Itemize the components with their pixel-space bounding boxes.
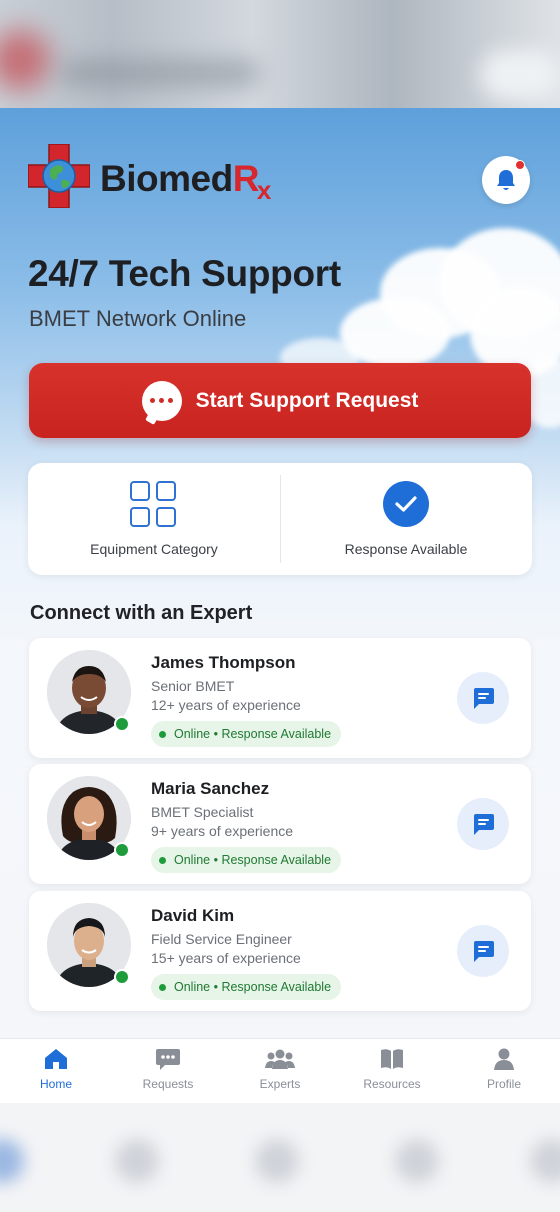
message-icon (474, 688, 494, 709)
tab-requests[interactable]: Requests (112, 1039, 224, 1103)
brand-name-x: x (256, 175, 271, 205)
expert-role: Senior BMET (151, 678, 235, 694)
expert-role: Field Service Engineer (151, 931, 292, 947)
status-badge: Online • Response Available (151, 721, 342, 747)
blurred-background-bottom (0, 1103, 560, 1212)
expert-card-james-thompson[interactable]: James Thompson Senior BMET 12+ years of … (29, 638, 531, 758)
start-support-request-button[interactable]: Start Support Request (29, 363, 531, 438)
person-icon (494, 1048, 514, 1070)
online-indicator-icon (159, 856, 166, 864)
status-text: Online • Response Available (174, 853, 332, 867)
status-badge: Online • Response Available (151, 847, 342, 873)
biomedrx-logo-icon (27, 143, 91, 209)
online-status-dot (114, 969, 130, 985)
page-subtitle: BMET Network Online (29, 306, 247, 331)
expert-name: Maria Sanchez (151, 779, 270, 798)
notification-badge (515, 160, 525, 170)
online-indicator-icon (159, 983, 166, 991)
notifications-button[interactable] (482, 156, 530, 204)
tab-experts[interactable]: Experts (224, 1039, 336, 1103)
online-indicator-icon (159, 730, 166, 738)
quick-actions-card: Equipment Category Response Available (28, 463, 532, 575)
status-text: Online • Response Available (174, 980, 332, 994)
brand-name-main: Biomed (100, 158, 233, 199)
tab-profile[interactable]: Profile (448, 1039, 560, 1103)
tab-label: Resources (363, 1077, 421, 1091)
expert-experience: 15+ years of experience (151, 950, 301, 966)
equipment-category-label: Equipment Category (90, 541, 218, 557)
chat-bubble-icon (141, 380, 182, 421)
online-status-dot (114, 716, 130, 732)
tab-label: Profile (486, 1077, 521, 1091)
app-screen: BiomedRx 24/7 Tech Support BMET Network … (0, 108, 560, 1103)
bottom-tab-bar: Home Requests Experts Resources Profile (0, 1038, 560, 1103)
expert-experience: 12+ years of experience (151, 697, 301, 713)
tab-label: Home (39, 1077, 72, 1091)
page-title: 24/7 Tech Support (28, 253, 341, 294)
expert-name: David Kim (151, 906, 235, 925)
bell-icon (497, 170, 515, 190)
status-text: Online • Response Available (174, 727, 332, 741)
response-available-label: Response Available (344, 541, 468, 557)
book-icon (381, 1049, 403, 1069)
home-icon (45, 1049, 67, 1069)
tab-resources[interactable]: Resources (336, 1039, 448, 1103)
expert-experience: 9+ years of experience (151, 823, 294, 839)
start-support-request-label: Start Support Request (195, 388, 419, 412)
expert-card-david-kim[interactable]: David Kim Field Service Engineer 15+ yea… (29, 891, 531, 1011)
equipment-category-button[interactable]: Equipment Category (28, 463, 280, 575)
app-header: BiomedRx (27, 143, 532, 210)
response-available-button[interactable]: Response Available (280, 463, 532, 575)
brand-name-r: R (232, 158, 260, 199)
tab-label: Requests (142, 1077, 194, 1091)
expert-role: BMET Specialist (151, 804, 254, 820)
expert-name: James Thompson (151, 653, 296, 672)
message-icon (474, 814, 494, 835)
check-circle-icon (383, 481, 429, 527)
status-badge: Online • Response Available (151, 974, 342, 1000)
message-icon (474, 941, 494, 962)
grid-icon (130, 481, 178, 527)
message-button[interactable] (457, 925, 509, 977)
section-title-experts: Connect with an Expert (30, 602, 253, 624)
message-button[interactable] (457, 672, 509, 724)
tab-home[interactable]: Home (0, 1039, 112, 1103)
chat-icon (156, 1049, 180, 1070)
message-button[interactable] (457, 798, 509, 850)
tab-label: Experts (259, 1077, 301, 1091)
online-status-dot (114, 842, 130, 858)
brand-name: BiomedRx (100, 158, 271, 205)
expert-card-maria-sanchez[interactable]: Maria Sanchez BMET Specialist 9+ years o… (29, 764, 531, 884)
people-icon (265, 1049, 295, 1069)
blurred-background-top (0, 0, 560, 108)
